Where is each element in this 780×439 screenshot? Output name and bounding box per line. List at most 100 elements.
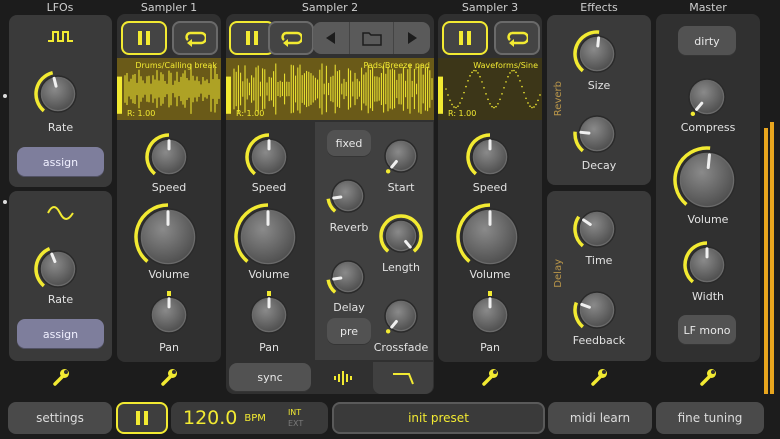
sampler-3-sample-name: Waveforms/Sine [473,61,538,70]
sampler-2-pan-label: Pan [259,341,279,354]
sampler-1-volume-label: Volume [148,268,190,281]
header-sampler-3: Sampler 3 [461,1,519,14]
waveform-view-icon[interactable] [324,365,364,391]
sampler-2-speed-knob[interactable] [245,133,293,181]
previous-sample-icon[interactable] [313,22,349,54]
bpm-value: 120.0 [183,407,238,429]
sampler-delay-send-knob[interactable] [326,255,370,299]
header-effects: Effects [580,1,618,14]
sampler-1-volume-knob[interactable] [134,203,202,271]
sampler-1-pause-button[interactable] [121,21,167,55]
sampler-3-volume-knob[interactable] [456,203,524,271]
pause-icon [246,31,258,45]
sampler-1-pan-label: Pan [159,341,179,354]
header-lfos: LFOs [46,1,74,14]
header-sampler-2: Sampler 2 [301,1,359,14]
sampler-3-volume-label: Volume [469,268,511,281]
next-sample-icon[interactable] [394,22,430,54]
sampler-delay-send-label: Delay [333,301,365,314]
reverb-decay-label: Decay [581,159,617,172]
reverb-size-knob[interactable] [573,30,621,78]
loop-icon [281,31,302,47]
square-wave-icon[interactable] [47,29,75,49]
header-sampler-1: Sampler 1 [140,1,198,14]
master-compress-knob[interactable] [683,73,731,121]
settings-button[interactable]: settings [8,402,112,434]
lfo-settings-wrench-icon[interactable] [9,363,112,391]
sampler-3-pan-knob[interactable] [466,291,514,339]
preset-selector[interactable]: init preset [332,402,545,434]
sampler-3-pan-label: Pan [480,341,500,354]
master-lf-mono-toggle[interactable]: LF mono [678,315,736,345]
sampler-1-waveform[interactable]: Drums/Calling break R: 1.00 [117,58,221,120]
midi-learn-button[interactable]: midi learn [548,402,652,434]
master-level-meter-left [764,128,768,394]
sampler-3-settings-wrench-icon[interactable] [438,363,542,391]
sampler-1-loop-button[interactable] [172,21,218,55]
sampler-3-rate-readout: R: 1.00 [448,109,477,118]
pause-icon [459,31,471,45]
master-compress-label: Compress [680,121,736,134]
sampler-1-settings-wrench-icon[interactable] [117,363,221,391]
sampler-3-pause-button[interactable] [442,21,488,55]
sampler-2-speed-label: Speed [251,181,287,194]
page-indicator-dot [3,94,7,98]
master-width-label: Width [692,290,724,303]
delay-feedback-label: Feedback [572,334,626,347]
lfo-2-panel: Rate assign [9,191,112,361]
header-master: Master [689,1,727,14]
master-volume-knob[interactable] [673,146,741,214]
master-dirty-toggle[interactable]: dirty [678,26,736,56]
sampler-crossfade-label: Crossfade [373,341,429,354]
folder-icon[interactable] [349,22,394,54]
page-indicator-dot [3,200,7,204]
reverb-decay-knob[interactable] [573,110,621,158]
sampler-3-waveform[interactable]: Waveforms/Sine R: 1.00 [438,58,542,120]
clock-int-label[interactable]: INT [288,407,303,418]
sampler-2-loop-button[interactable] [268,21,314,55]
sampler-length-label: Length [382,261,420,274]
sampler-length-knob[interactable] [379,214,423,258]
sampler-3-loop-button[interactable] [494,21,540,55]
sampler-1-sample-name: Drums/Calling break [135,61,217,70]
delay-time-knob[interactable] [573,205,621,253]
sampler-2-volume-knob[interactable] [234,203,302,271]
sampler-3-speed-label: Speed [472,181,508,194]
sampler-2-file-browser [313,22,430,54]
sampler-pre-toggle[interactable]: pre [327,318,371,345]
lfo-1-rate-label: Rate [47,121,74,134]
master-width-knob[interactable] [683,241,731,289]
sampler-crossfade-knob[interactable] [379,294,423,338]
master-level-meter-right [770,122,774,394]
sampler-2-sync-button[interactable]: sync [229,363,311,392]
sine-wave-icon[interactable] [47,205,75,225]
lfo-2-rate-knob[interactable] [34,245,82,293]
lfo-2-assign-button[interactable]: assign [17,319,104,349]
sampler-1-speed-knob[interactable] [145,133,193,181]
clock-ext-label[interactable]: EXT [288,418,303,429]
effects-settings-wrench-icon[interactable] [547,363,651,391]
lfo-1-panel: Rate assign [9,15,112,187]
tempo-display[interactable]: 120.0 BPM INT EXT [171,402,328,434]
sampler-2-pan-knob[interactable] [245,291,293,339]
sampler-reverb-send-knob[interactable] [326,174,370,218]
fine-tuning-button[interactable]: fine tuning [656,402,764,434]
sampler-1-pan-knob[interactable] [145,291,193,339]
sampler-2-volume-label: Volume [248,268,290,281]
sampler-2-waveform[interactable]: Pads/Breeze pad R: 1.00 [226,58,434,120]
global-pause-button[interactable] [116,402,168,434]
delay-time-label: Time [585,254,613,267]
master-settings-wrench-icon[interactable] [656,363,760,391]
envelope-view-icon[interactable] [373,362,433,394]
loop-icon [185,31,206,47]
sampler-reverb-send-label: Reverb [329,221,369,234]
lfo-2-rate-label: Rate [47,293,74,306]
delay-feedback-knob[interactable] [573,286,621,334]
lfo-1-rate-knob[interactable] [34,70,82,118]
sampler-2-sample-name: Pads/Breeze pad [363,61,430,70]
sampler-3-speed-knob[interactable] [466,133,514,181]
sampler-start-knob[interactable] [379,134,423,178]
sampler-1-rate-readout: R: 1.00 [127,109,156,118]
lfo-1-assign-button[interactable]: assign [17,147,104,177]
sampler-fixed-toggle[interactable]: fixed [327,130,371,157]
